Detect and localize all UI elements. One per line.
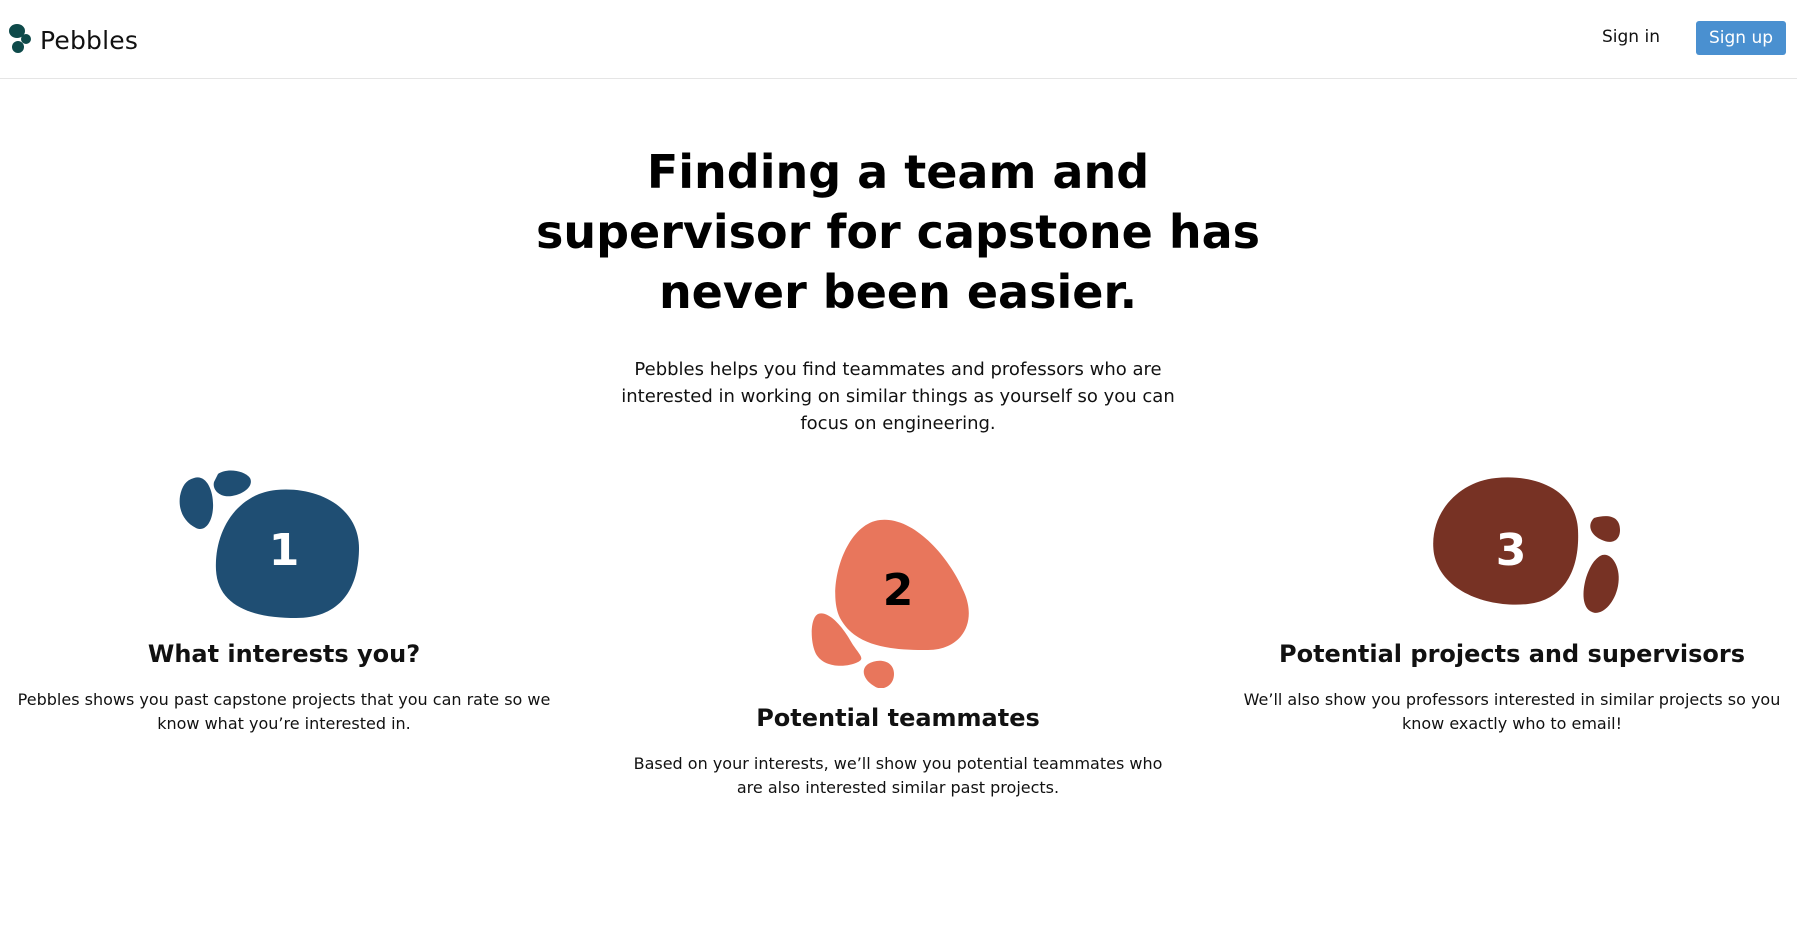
sign-in-link[interactable]: Sign in — [1602, 27, 1660, 47]
feature-title-3: Potential projects and supervisors — [1279, 640, 1745, 668]
hero-title: Finding a team and supervisor for capsto… — [535, 145, 1261, 319]
step-number-1: 1 — [268, 525, 300, 576]
brand[interactable]: Pebbles — [8, 22, 138, 59]
step-number-2: 2 — [882, 565, 914, 616]
step-number-3: 3 — [1495, 525, 1527, 576]
feature-description-1: Pebbles shows you past capstone projects… — [17, 690, 551, 733]
pebbles-logo-icon — [8, 22, 32, 59]
brand-name: Pebbles — [40, 26, 139, 55]
feature-description-3: We’ll also show you professors intereste… — [1243, 690, 1781, 733]
sign-up-button[interactable]: Sign up — [1696, 21, 1786, 55]
top-navbar: Pebbles Sign in Sign up — [0, 0, 1797, 79]
feature-description-2: Based on your interests, we’ll show you … — [633, 754, 1163, 797]
feature-title-2: Potential teammates — [756, 704, 1040, 732]
hero-subtitle: Pebbles helps you find teammates and pro… — [621, 359, 1175, 434]
feature-title-1: What interests you? — [147, 640, 421, 668]
